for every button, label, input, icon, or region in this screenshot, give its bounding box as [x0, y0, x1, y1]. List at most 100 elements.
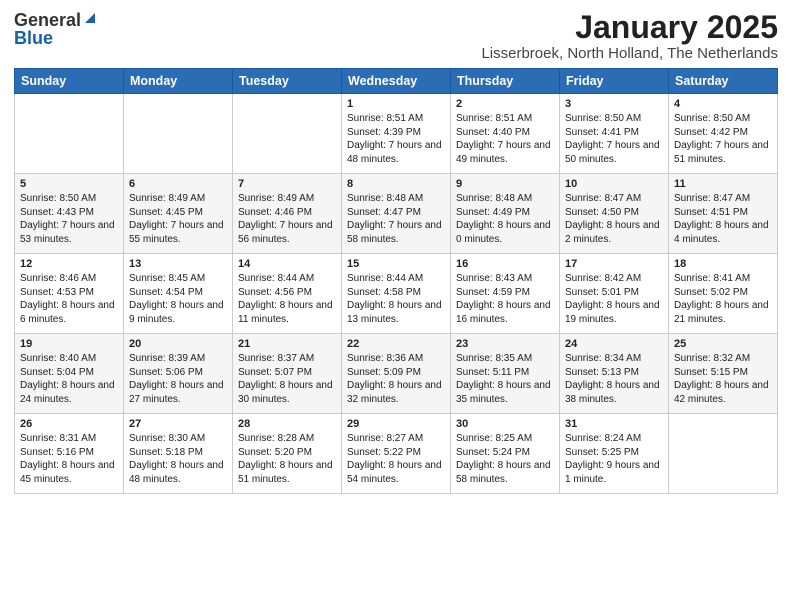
day-info: Sunrise: 8:48 AMSunset: 4:49 PMDaylight:…	[456, 192, 554, 246]
page: General Blue January 2025 Lisserbroek, N…	[0, 0, 792, 612]
logo-triangle-icon	[83, 11, 97, 25]
calendar-cell: 11Sunrise: 8:47 AMSunset: 4:51 PMDayligh…	[669, 174, 778, 254]
calendar-cell: 15 Sunrise: 8:44 AMSunset: 4:58 PMDayligh…	[342, 254, 451, 334]
day-info: Sunrise: 8:48 AMSunset: 4:47 PMDaylight:…	[347, 192, 445, 246]
calendar-cell: 31 Sunrise: 8:24 AMSunset: 5:25 PMDayligh…	[560, 414, 669, 494]
calendar-week-row: 1 Sunrise: 8:51 AMSunset: 4:39 PMDaylight…	[15, 94, 778, 174]
day-number: 18	[674, 258, 772, 270]
day-number: 17	[565, 258, 663, 270]
day-info: Sunrise: 8:46 AMSunset: 4:53 PMDaylight:…	[20, 272, 118, 326]
day-number: 15	[347, 258, 445, 270]
day-number: 16	[456, 258, 554, 270]
calendar-cell: 5 Sunrise: 8:50 AMSunset: 4:43 PMDaylight…	[15, 174, 124, 254]
day-info: Sunrise: 8:27 AMSunset: 5:22 PMDaylight:…	[347, 432, 445, 486]
day-number: 25	[674, 338, 772, 350]
calendar-cell: 13 Sunrise: 8:45 AMSunset: 4:54 PMDayligh…	[124, 254, 233, 334]
day-info: Sunrise: 8:49 AMSunset: 4:45 PMDaylight:…	[129, 192, 227, 246]
day-number: 26	[20, 418, 118, 430]
day-info: Sunrise: 8:34 AMSunset: 5:13 PMDaylight:…	[565, 352, 663, 406]
calendar-cell: 8 Sunrise: 8:48 AMSunset: 4:47 PMDaylight…	[342, 174, 451, 254]
day-number: 3	[565, 98, 663, 110]
col-friday: Friday	[560, 69, 669, 94]
day-number: 12	[20, 258, 118, 270]
calendar-cell: 17 Sunrise: 8:42 AMSunset: 5:01 PMDayligh…	[560, 254, 669, 334]
day-info: Sunrise: 8:50 AMSunset: 4:42 PMDaylight:…	[674, 112, 772, 166]
calendar-cell: 4 Sunrise: 8:50 AMSunset: 4:42 PMDaylight…	[669, 94, 778, 174]
calendar-cell	[233, 94, 342, 174]
calendar-cell: 21 Sunrise: 8:37 AMSunset: 5:07 PMDayligh…	[233, 334, 342, 414]
day-info: Sunrise: 8:49 AMSunset: 4:46 PMDaylight:…	[238, 192, 336, 246]
calendar-cell: 26 Sunrise: 8:31 AMSunset: 5:16 PMDayligh…	[15, 414, 124, 494]
calendar-week-row: 12 Sunrise: 8:46 AMSunset: 4:53 PMDayligh…	[15, 254, 778, 334]
day-number: 28	[238, 418, 336, 430]
day-number: 8	[347, 178, 445, 190]
month-title: January 2025	[481, 10, 778, 45]
calendar-cell: 6 Sunrise: 8:49 AMSunset: 4:45 PMDaylight…	[124, 174, 233, 254]
day-info: Sunrise: 8:51 AMSunset: 4:40 PMDaylight:…	[456, 112, 554, 166]
day-info: Sunrise: 8:47 AMSunset: 4:50 PMDaylight:…	[565, 192, 663, 246]
day-number: 20	[129, 338, 227, 350]
day-info: Sunrise: 8:50 AMSunset: 4:43 PMDaylight:…	[20, 192, 118, 246]
col-wednesday: Wednesday	[342, 69, 451, 94]
day-number: 14	[238, 258, 336, 270]
day-number: 22	[347, 338, 445, 350]
day-info: Sunrise: 8:37 AMSunset: 5:07 PMDaylight:…	[238, 352, 336, 406]
calendar-table: Sunday Monday Tuesday Wednesday Thursday…	[14, 68, 778, 494]
day-info: Sunrise: 8:44 AMSunset: 4:56 PMDaylight:…	[238, 272, 336, 326]
calendar-cell: 18 Sunrise: 8:41 AMSunset: 5:02 PMDayligh…	[669, 254, 778, 334]
col-thursday: Thursday	[451, 69, 560, 94]
calendar-cell	[124, 94, 233, 174]
calendar-cell: 12 Sunrise: 8:46 AMSunset: 4:53 PMDayligh…	[15, 254, 124, 334]
day-info: Sunrise: 8:45 AMSunset: 4:54 PMDaylight:…	[129, 272, 227, 326]
day-number: 2	[456, 98, 554, 110]
calendar-cell: 1 Sunrise: 8:51 AMSunset: 4:39 PMDaylight…	[342, 94, 451, 174]
day-number: 27	[129, 418, 227, 430]
day-number: 29	[347, 418, 445, 430]
day-info: Sunrise: 8:50 AMSunset: 4:41 PMDaylight:…	[565, 112, 663, 166]
day-info: Sunrise: 8:40 AMSunset: 5:04 PMDaylight:…	[20, 352, 118, 406]
calendar-header-row: Sunday Monday Tuesday Wednesday Thursday…	[15, 69, 778, 94]
calendar-cell: 16 Sunrise: 8:43 AMSunset: 4:59 PMDayligh…	[451, 254, 560, 334]
day-number: 24	[565, 338, 663, 350]
calendar-cell: 20 Sunrise: 8:39 AMSunset: 5:06 PMDayligh…	[124, 334, 233, 414]
calendar-cell: 29 Sunrise: 8:27 AMSunset: 5:22 PMDayligh…	[342, 414, 451, 494]
calendar-cell: 23Sunrise: 8:35 AMSunset: 5:11 PMDayligh…	[451, 334, 560, 414]
day-number: 9	[456, 178, 554, 190]
day-number: 10	[565, 178, 663, 190]
day-number: 7	[238, 178, 336, 190]
day-info: Sunrise: 8:39 AMSunset: 5:06 PMDaylight:…	[129, 352, 227, 406]
calendar-cell: 9 Sunrise: 8:48 AMSunset: 4:49 PMDaylight…	[451, 174, 560, 254]
day-info: Sunrise: 8:42 AMSunset: 5:01 PMDaylight:…	[565, 272, 663, 326]
day-info: Sunrise: 8:44 AMSunset: 4:58 PMDaylight:…	[347, 272, 445, 326]
calendar-cell: 10 Sunrise: 8:47 AMSunset: 4:50 PMDayligh…	[560, 174, 669, 254]
day-number: 4	[674, 98, 772, 110]
calendar-week-row: 26 Sunrise: 8:31 AMSunset: 5:16 PMDayligh…	[15, 414, 778, 494]
day-number: 5	[20, 178, 118, 190]
header-right: January 2025 Lisserbroek, North Holland,…	[481, 10, 778, 62]
day-number: 31	[565, 418, 663, 430]
col-monday: Monday	[124, 69, 233, 94]
location-title: Lisserbroek, North Holland, The Netherla…	[481, 45, 778, 62]
day-info: Sunrise: 8:51 AMSunset: 4:39 PMDaylight:…	[347, 112, 445, 166]
day-number: 13	[129, 258, 227, 270]
day-info: Sunrise: 8:30 AMSunset: 5:18 PMDaylight:…	[129, 432, 227, 486]
calendar-cell: 3 Sunrise: 8:50 AMSunset: 4:41 PMDaylight…	[560, 94, 669, 174]
header: General Blue January 2025 Lisserbroek, N…	[14, 10, 778, 62]
calendar-week-row: 5 Sunrise: 8:50 AMSunset: 4:43 PMDaylight…	[15, 174, 778, 254]
col-tuesday: Tuesday	[233, 69, 342, 94]
calendar-cell: 28 Sunrise: 8:28 AMSunset: 5:20 PMDayligh…	[233, 414, 342, 494]
calendar-cell: 25 Sunrise: 8:32 AMSunset: 5:15 PMDayligh…	[669, 334, 778, 414]
day-info: Sunrise: 8:41 AMSunset: 5:02 PMDaylight:…	[674, 272, 772, 326]
day-info: Sunrise: 8:31 AMSunset: 5:16 PMDaylight:…	[20, 432, 118, 486]
day-info: Sunrise: 8:24 AMSunset: 5:25 PMDaylight:…	[565, 432, 663, 486]
day-info: Sunrise: 8:47 AMSunset: 4:51 PMDaylight:…	[674, 192, 772, 246]
day-number: 21	[238, 338, 336, 350]
calendar-cell: 14 Sunrise: 8:44 AMSunset: 4:56 PMDayligh…	[233, 254, 342, 334]
day-number: 6	[129, 178, 227, 190]
day-info: Sunrise: 8:43 AMSunset: 4:59 PMDaylight:…	[456, 272, 554, 326]
day-info: Sunrise: 8:25 AMSunset: 5:24 PMDaylight:…	[456, 432, 554, 486]
day-info: Sunrise: 8:28 AMSunset: 5:20 PMDaylight:…	[238, 432, 336, 486]
calendar-cell: 2 Sunrise: 8:51 AMSunset: 4:40 PMDaylight…	[451, 94, 560, 174]
day-info: Sunrise: 8:32 AMSunset: 5:15 PMDaylight:…	[674, 352, 772, 406]
day-number: 1	[347, 98, 445, 110]
